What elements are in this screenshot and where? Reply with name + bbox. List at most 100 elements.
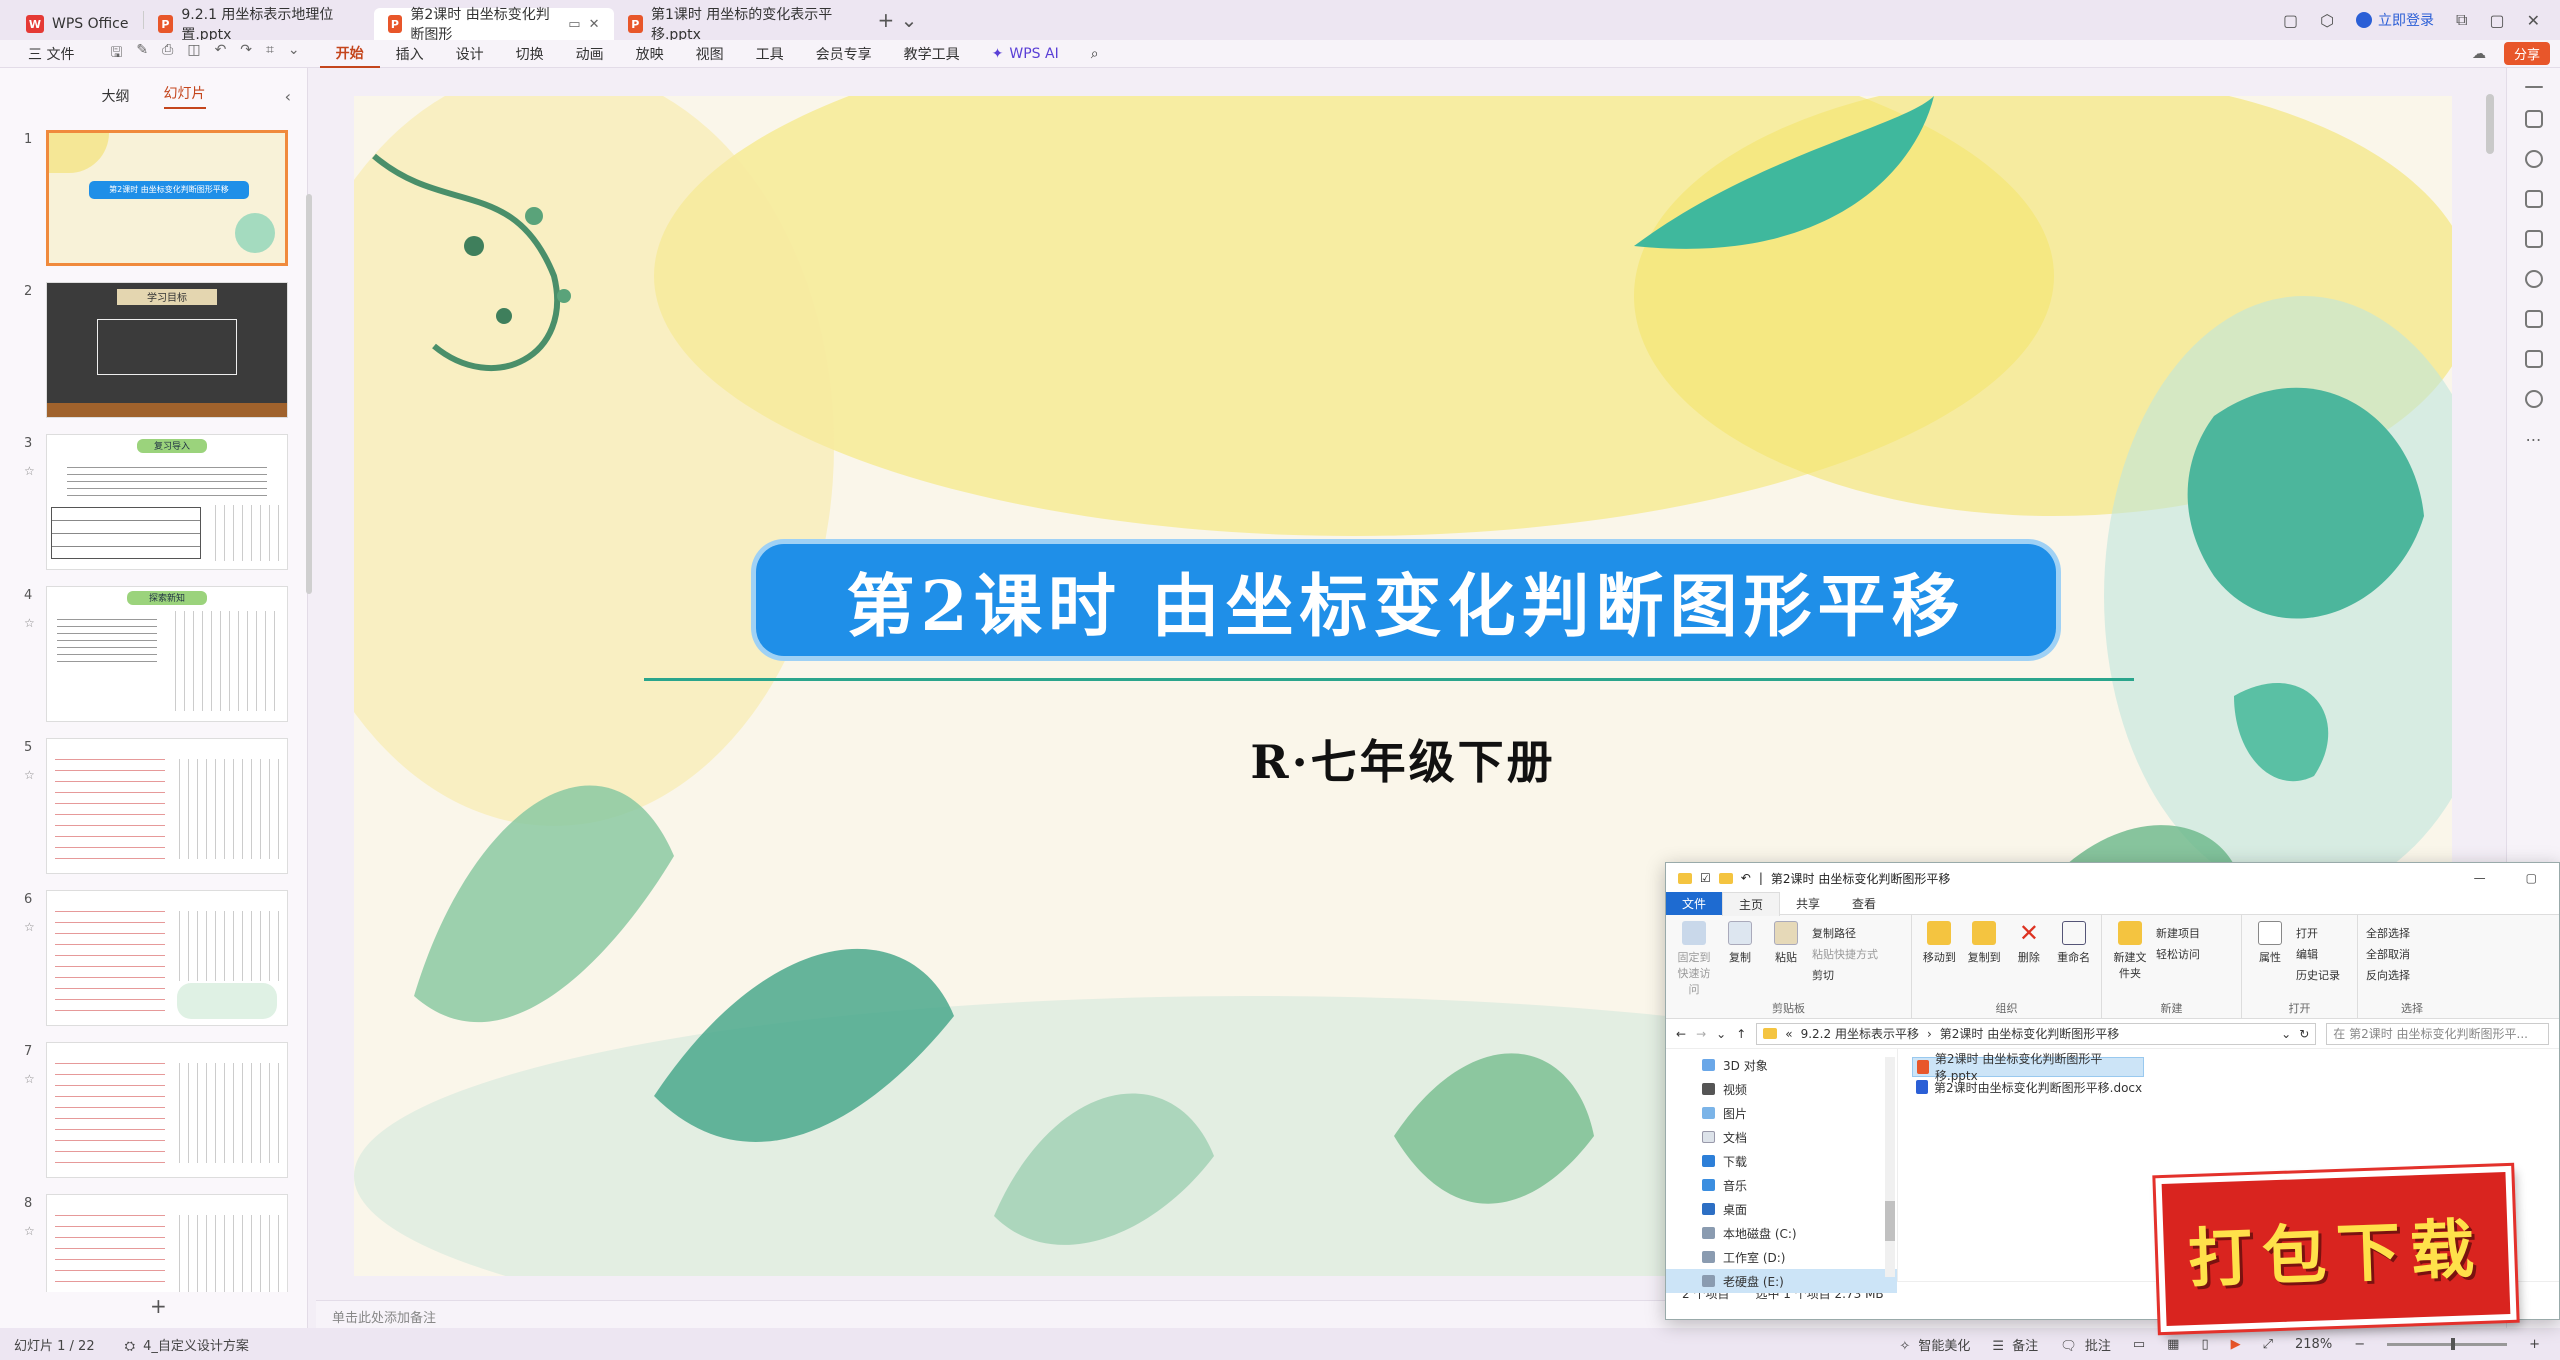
share-icon[interactable] (2524, 350, 2543, 368)
redo-icon[interactable]: ↷ (240, 42, 252, 66)
nav-scrollbar[interactable] (1885, 1057, 1895, 1277)
menu-item-wps-ai[interactable]: ✦ WPS AI (976, 40, 1075, 68)
magic-icon[interactable] (2524, 230, 2543, 248)
nav-item-drive-d[interactable]: 工作室 (D:) (1666, 1245, 1897, 1269)
notes-toggle[interactable]: ☰ 备注 (1992, 1335, 2038, 1354)
tab-document-1[interactable]: P 9.2.1 用坐标表示地理位置.pptx (144, 7, 374, 43)
undo-icon[interactable]: ↶ (1741, 871, 1751, 885)
play-icon[interactable]: ▶ (2231, 1337, 2241, 1352)
slide-thumbnail[interactable]: 探索新知 (46, 586, 288, 722)
chevron-down-icon[interactable]: ⌄ (288, 42, 300, 66)
breadcrumb-overflow-icon[interactable]: « (1785, 1027, 1792, 1041)
copy-path-button[interactable]: 复制路径 (1812, 925, 1878, 941)
cube-icon[interactable]: ⬡ (2320, 11, 2334, 30)
help-icon[interactable] (2524, 390, 2543, 408)
easy-access-button[interactable]: 轻松访问 (2156, 946, 2200, 962)
thumbnail-row[interactable]: 2 学习目标 (0, 282, 300, 422)
preview-icon[interactable]: ◫ (187, 42, 200, 66)
login-button[interactable]: 立即登录 (2356, 10, 2434, 30)
ribbon-tab-home[interactable]: 主页 (1722, 891, 1781, 916)
slide-subtitle[interactable]: R·七年级下册 (354, 726, 2452, 792)
ribbon-tab-file[interactable]: 文件 (1666, 892, 1723, 915)
undo-icon[interactable]: ↶ (215, 42, 227, 66)
slide-thumbnail[interactable]: 复习导入 (46, 434, 288, 570)
book-icon[interactable] (2524, 310, 2543, 328)
file-item-docx[interactable]: 第2课时由坐标变化判断图形平移.docx (1912, 1077, 2545, 1097)
ribbon-tab-share[interactable]: 共享 (1780, 892, 1836, 915)
breadcrumb-item[interactable]: 第2课时 由坐标变化判断图形平移 (1940, 1025, 2119, 1042)
zoom-slider-thumb[interactable] (2450, 1337, 2455, 1350)
menu-item-member[interactable]: 会员专享 (800, 40, 888, 68)
slide-title-box[interactable]: 第2课时 由坐标变化判断图形平移 (756, 544, 2056, 656)
tab-document-2-active[interactable]: P 第2课时 由坐标变化判断图形 ▭ ✕ (373, 7, 614, 43)
nav-scrollbar-thumb[interactable] (1885, 1201, 1895, 1241)
cut-button[interactable]: 剪切 (1812, 967, 1878, 983)
nav-item-videos[interactable]: 视频 (1666, 1077, 1897, 1101)
nav-item-pictures[interactable]: 图片 (1666, 1101, 1897, 1125)
fit-icon[interactable]: ⤢ (2263, 1337, 2273, 1352)
minus-icon[interactable] (2524, 86, 2543, 88)
thumbnail-row[interactable]: 5 ☆ (0, 738, 300, 878)
star-icon[interactable]: ☆ (24, 1224, 35, 1238)
save-icon[interactable]: 🖫 (110, 42, 122, 66)
maximize-icon[interactable]: ▢ (2526, 871, 2537, 885)
menu-item-design[interactable]: 设计 (440, 40, 500, 68)
nav-item-downloads[interactable]: 下载 (1666, 1149, 1897, 1173)
thumbnail-row[interactable]: 7 ☆ (0, 1042, 300, 1182)
slide-thumbnail[interactable] (46, 1042, 288, 1178)
reading-view-icon[interactable]: ▯ (2201, 1337, 2208, 1352)
monitor-icon[interactable]: ▭ (568, 17, 580, 32)
zoom-in-icon[interactable]: + (2529, 1337, 2540, 1352)
search-box[interactable]: 在 第2课时 由坐标变化判断图形平... (2326, 1022, 2549, 1045)
canvas-scrollbar[interactable] (2486, 94, 2494, 154)
star-icon[interactable]: ☆ (24, 920, 35, 934)
thumbnail-scrollbar[interactable] (306, 194, 312, 594)
menu-item-slideshow[interactable]: 放映 (620, 40, 680, 68)
new-folder-icon[interactable] (1718, 872, 1733, 884)
refresh-icon[interactable]: ↻ (2299, 1027, 2309, 1041)
breadcrumb-item[interactable]: 9.2.2 用坐标表示平移 (1801, 1025, 1919, 1042)
nav-item-drive-e[interactable]: 老硬盘 (E:) (1666, 1269, 1897, 1293)
maximize-icon[interactable]: ▢ (2489, 11, 2504, 30)
new-tab-icon[interactable]: + ⌄ (878, 8, 918, 32)
paste-shortcut-button[interactable]: 粘贴快捷方式 (1812, 946, 1878, 962)
layout-icon[interactable]: ▢ (2283, 11, 2298, 30)
tab-outline[interactable]: 大纲 (102, 86, 130, 106)
properties-icon[interactable] (2524, 110, 2543, 128)
more-icon[interactable]: ⋯ (2526, 430, 2542, 449)
history-button[interactable]: 历史记录 (2296, 967, 2340, 983)
file-menu[interactable]: 三 文件 (12, 40, 90, 68)
menu-item-view[interactable]: 视图 (680, 40, 740, 68)
pen-icon[interactable]: ✎ (136, 42, 148, 66)
format-painter-icon[interactable]: ⌗ (266, 42, 274, 66)
tab-slides[interactable]: 幻灯片 (163, 83, 206, 109)
cloud-icon[interactable]: ☁ (2472, 46, 2486, 62)
normal-view-icon[interactable]: ▭ (2133, 1337, 2145, 1352)
ribbon-tab-view[interactable]: 查看 (1836, 892, 1892, 915)
back-icon[interactable]: ← (1676, 1027, 1686, 1041)
menu-item-teaching[interactable]: 教学工具 (888, 40, 976, 68)
collapse-pane-icon[interactable]: ‹ (285, 87, 291, 106)
thumbnail-row[interactable]: 8 ☆ (0, 1194, 300, 1292)
restore-icon[interactable]: ⧉ (2456, 10, 2467, 30)
menu-item-animation[interactable]: 动画 (560, 40, 620, 68)
file-item-pptx[interactable]: 第2课时 由坐标变化判断图形平移.pptx (1912, 1052, 2144, 1083)
edit-button[interactable]: 编辑 (2296, 946, 2340, 962)
star-icon[interactable]: ☆ (24, 1072, 35, 1086)
add-slide-icon[interactable]: + (150, 1294, 167, 1318)
star-icon[interactable]: ☆ (24, 464, 35, 478)
thumbnail-row[interactable]: 1 第2课时 由坐标变化判断图形平移 (0, 130, 300, 270)
nav-item-drive-c[interactable]: 本地磁盘 (C:) (1666, 1221, 1897, 1245)
nav-item-documents[interactable]: 文档 (1666, 1125, 1897, 1149)
close-tab-icon[interactable]: ✕ (589, 17, 600, 32)
forward-icon[interactable]: → (1696, 1027, 1706, 1041)
menu-item-home[interactable]: 开始 (319, 40, 380, 68)
zoom-slider[interactable] (2387, 1337, 2508, 1350)
nav-item-music[interactable]: 音乐 (1666, 1173, 1897, 1197)
new-item-button[interactable]: 新建项目 (2156, 925, 2200, 941)
slide-thumbnail[interactable] (46, 1194, 288, 1292)
up-icon[interactable]: ↑ (1736, 1027, 1746, 1041)
slide-thumbnail[interactable]: 第2课时 由坐标变化判断图形平移 (46, 130, 288, 266)
print-icon[interactable]: ⎙ (162, 42, 173, 66)
slide-thumbnail[interactable] (46, 738, 288, 874)
